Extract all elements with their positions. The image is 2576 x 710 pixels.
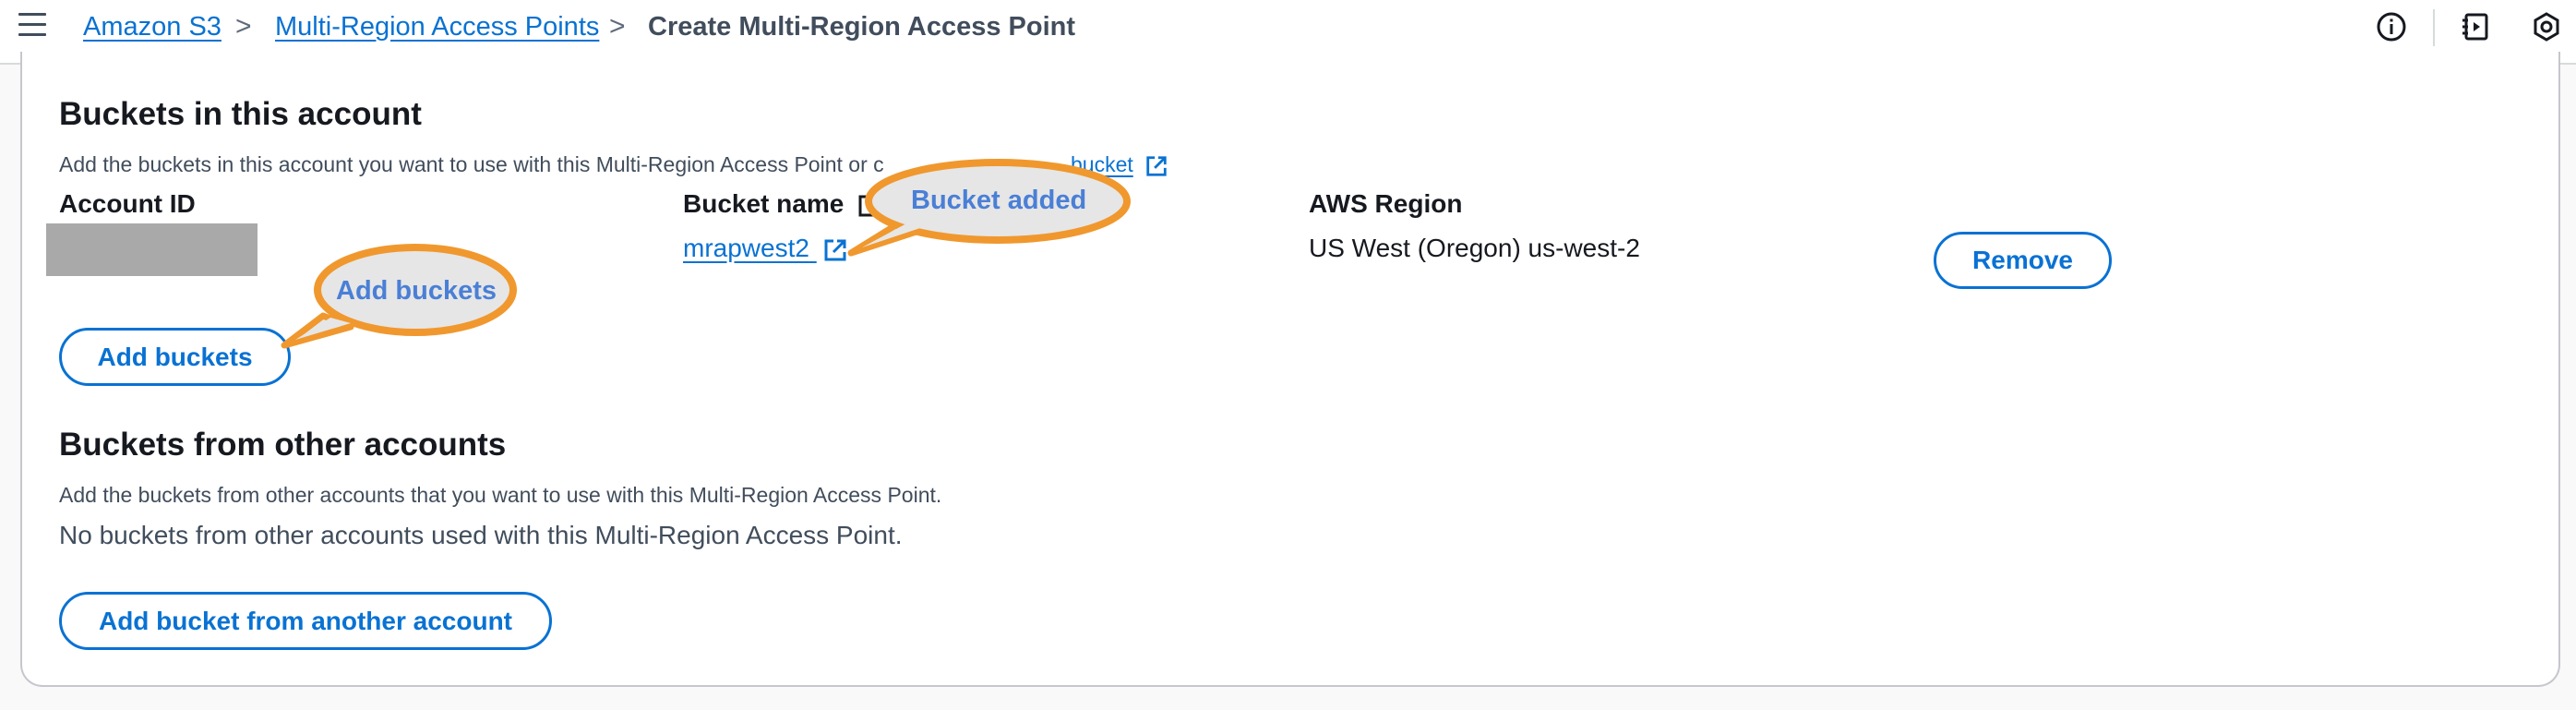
settings-hex-icon[interactable] (2531, 11, 2562, 42)
notes-icon[interactable] (2461, 11, 2492, 42)
info-icon[interactable] (2376, 11, 2407, 42)
breadcrumb-separator: > (609, 11, 626, 42)
breadcrumb-current-page: Create Multi-Region Access Point (648, 12, 1076, 42)
column-header-bucket-name: Bucket name (683, 189, 845, 218)
section-title-buckets-other-accounts: Buckets from other accounts (59, 427, 507, 463)
bucket-name-link[interactable]: mrapwest2 (683, 234, 809, 262)
add-buckets-button[interactable]: Add buckets (59, 328, 291, 386)
section-title-buckets-in-account: Buckets in this account (59, 96, 422, 132)
breadcrumb-amazon-s3[interactable]: Amazon S3 (83, 11, 222, 42)
external-link-icon (824, 239, 846, 261)
column-header-aws-region: AWS Region (1309, 189, 1463, 218)
bucket-region-value: US West (Oregon) us-west-2 (1309, 234, 1640, 262)
bucket-name-link-wrapper[interactable]: mrapwest2 (683, 233, 848, 264)
menu-icon[interactable] (18, 13, 46, 39)
description-text: Add the buckets in this account you want… (59, 152, 884, 176)
buckets-in-account-description: Add the buckets in this account you want… (59, 150, 884, 178)
external-link-icon (1146, 156, 1167, 176)
buckets-other-accounts-description: Add the buckets from other accounts that… (59, 483, 942, 507)
column-header-account-id: Account ID (59, 189, 196, 218)
remove-button[interactable]: Remove (1934, 232, 2112, 289)
account-id-redacted (46, 223, 258, 276)
breadcrumb-separator: > (235, 11, 252, 42)
bucket-added-callout-label: Bucket added (911, 186, 1087, 215)
header-divider (2433, 9, 2435, 46)
add-bucket-from-another-account-button[interactable]: Add bucket from another account (59, 592, 552, 650)
breadcrumb-multi-region-access-points[interactable]: Multi-Region Access Points (275, 11, 599, 42)
empty-state-text: No buckets from other accounts used with… (59, 521, 903, 549)
add-buckets-callout-label: Add buckets (336, 276, 497, 306)
